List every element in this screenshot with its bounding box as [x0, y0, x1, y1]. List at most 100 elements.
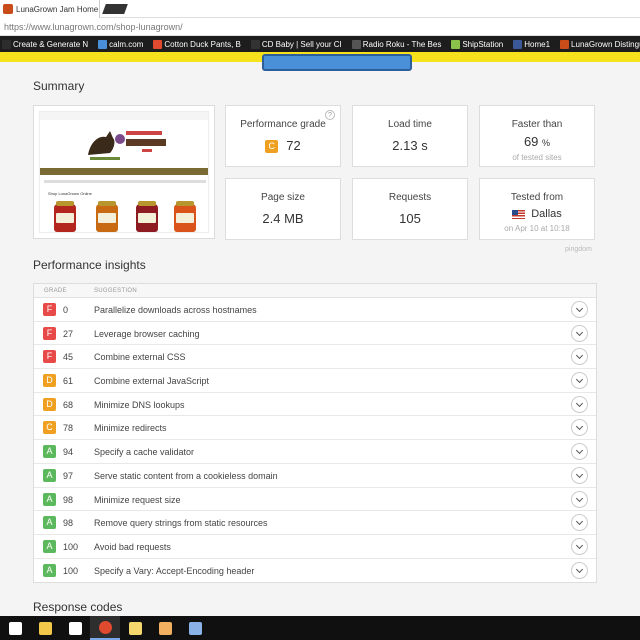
- pingdom-credit: pingdom: [565, 246, 592, 253]
- address-bar[interactable]: https://www.lunagrown.com/shop-lunagrown…: [0, 18, 640, 36]
- chevron-down-icon[interactable]: [571, 301, 588, 318]
- grade-badge: F: [43, 303, 56, 316]
- taskbar-item[interactable]: [120, 616, 150, 640]
- score-value: 27: [63, 328, 74, 339]
- facebook-icon: [513, 39, 523, 49]
- card-label: Load time: [388, 119, 432, 130]
- bookmark-item[interactable]: Cotton Duck Pants, B: [151, 39, 242, 49]
- file-explorer-icon: [38, 621, 52, 635]
- help-icon[interactable]: ?: [325, 110, 335, 120]
- tested-from-card: Tested from Dallas on Apr 10 at 10:18: [479, 178, 595, 240]
- card-label: Requests: [388, 192, 432, 203]
- jam-jar-image: [96, 201, 118, 232]
- table-row[interactable]: A 100 Avoid bad requests: [34, 535, 596, 559]
- thumbnail-shop-text: Shop LunaGrown Online: [48, 191, 92, 196]
- chevron-down-icon[interactable]: [571, 324, 588, 342]
- bookmark-item[interactable]: ShipStation: [449, 39, 505, 49]
- browser-tab[interactable]: LunaGrown Jam Home Pa: [0, 0, 100, 18]
- score-value: 78: [63, 423, 74, 434]
- score-value: 100: [63, 541, 79, 552]
- grade-badge: D: [43, 397, 56, 411]
- bookmark-item[interactable]: LunaGrown Distingu: [558, 39, 640, 49]
- store-bag-icon: [68, 621, 82, 635]
- score-value: 45: [63, 352, 74, 363]
- suggestion-text: Remove query strings from static resourc…: [94, 518, 268, 529]
- bookmarks-bar: Create & Generate N calm.com Cotton Duck P…: [0, 36, 640, 52]
- table-row[interactable]: A 97 Serve static content from a cookieles…: [34, 464, 596, 488]
- grade-badge: F: [43, 326, 56, 340]
- new-tab-button[interactable]: [102, 4, 128, 14]
- table-row[interactable]: D 68 Minimize DNS lookups: [34, 393, 596, 417]
- table-row[interactable]: A 98 Minimize request size: [34, 488, 596, 512]
- task-view-icon: [8, 621, 22, 635]
- chevron-down-icon[interactable]: [571, 466, 588, 484]
- performance-score: 72: [286, 138, 301, 153]
- performance-grade-card: ? Performance grade C 72: [225, 105, 341, 167]
- bookmark-label: calm.com: [109, 39, 144, 49]
- score-value: 98: [63, 518, 74, 529]
- chevron-down-icon[interactable]: [571, 537, 588, 555]
- tab-title: LunaGrown Jam Home Pa: [16, 4, 99, 14]
- taskbar-item[interactable]: [180, 616, 210, 640]
- summary-heading: Summary: [33, 79, 85, 93]
- chevron-down-icon[interactable]: [571, 443, 588, 461]
- grade-badge: C: [265, 140, 279, 154]
- card-value: C 72: [226, 138, 340, 154]
- chevron-down-icon[interactable]: [571, 372, 588, 390]
- bookmark-label: LunaGrown Distingu: [571, 39, 640, 49]
- chevron-down-icon[interactable]: [571, 561, 588, 579]
- score-value: 0: [63, 305, 69, 315]
- grade-badge: A: [43, 492, 56, 506]
- suggestion-text: Serve static content from a cookieless d…: [94, 470, 278, 481]
- table-row[interactable]: A 94 Specify a cache validator: [34, 440, 596, 464]
- chevron-down-icon[interactable]: [571, 490, 588, 508]
- insights-table: GRADE SUGGESTION F 0 Parallelize downloads…: [33, 283, 597, 584]
- cdbaby-icon: [250, 39, 260, 49]
- suggestion-column-header: SUGGESTION: [94, 288, 138, 294]
- site-favicon-icon: [3, 4, 13, 14]
- table-row[interactable]: C 78 Minimize redirects: [34, 416, 596, 441]
- table-row[interactable]: D 61 Combine external JavaScript: [34, 369, 596, 393]
- load-time-card: Load time 2.13 s: [352, 105, 468, 167]
- table-row[interactable]: A 98 Remove query strings from static reso…: [34, 511, 596, 535]
- radio-icon: [351, 39, 361, 49]
- chrome-icon: [98, 620, 112, 634]
- card-label: Faster than: [511, 119, 563, 130]
- bookmark-label: Cotton Duck Pants, B: [164, 39, 241, 49]
- score-value: 97: [63, 470, 74, 481]
- taskbar-item[interactable]: [0, 616, 30, 640]
- page-size-card: Page size 2.4 MB: [225, 178, 341, 240]
- bookmark-item[interactable]: Home1: [511, 39, 552, 49]
- table-row[interactable]: F 0 Parallelize downloads across hostnames: [34, 298, 596, 322]
- bookmark-item[interactable]: CD Baby | Sell your CI: [249, 39, 344, 49]
- chevron-down-icon[interactable]: [571, 514, 588, 532]
- score-value: 94: [63, 447, 74, 458]
- requests-card: Requests 105: [352, 178, 468, 240]
- bookmark-item[interactable]: calm.com: [96, 39, 145, 49]
- calm-icon: [98, 39, 108, 49]
- taskbar-item[interactable]: [150, 616, 180, 640]
- suggestion-text: Combine external CSS: [94, 352, 186, 363]
- table-row[interactable]: A 100 Specify a Vary: Accept-Encoding head…: [34, 559, 596, 583]
- jam-jar-image: [54, 201, 76, 232]
- us-flag-icon: [512, 209, 526, 219]
- bookmark-item[interactable]: Create & Generate N: [0, 39, 90, 49]
- table-row[interactable]: F 45 Combine external CSS: [34, 345, 596, 370]
- grade-badge: A: [43, 468, 56, 482]
- suggestion-text: Minimize redirects: [94, 423, 167, 434]
- chevron-down-icon[interactable]: [571, 419, 588, 437]
- taskbar-item[interactable]: [60, 616, 90, 640]
- chevron-down-icon[interactable]: [571, 348, 588, 366]
- chevron-down-icon[interactable]: [571, 395, 588, 413]
- table-row[interactable]: F 27 Leverage browser caching: [34, 322, 596, 346]
- site-header-widget[interactable]: [262, 54, 412, 71]
- card-subtext: of tested sites: [512, 153, 562, 162]
- card-value: 2.13 s: [392, 138, 428, 153]
- taskbar-item[interactable]: [30, 616, 60, 640]
- marmalade-logo: [88, 131, 166, 160]
- bookmark-icon: [2, 39, 11, 49]
- suggestion-text: Parallelize downloads across hostnames: [94, 305, 257, 315]
- card-value: 69 %: [523, 134, 551, 149]
- bookmark-item[interactable]: Radio Roku - The Bes: [350, 39, 444, 49]
- taskbar-item[interactable]: [90, 616, 120, 640]
